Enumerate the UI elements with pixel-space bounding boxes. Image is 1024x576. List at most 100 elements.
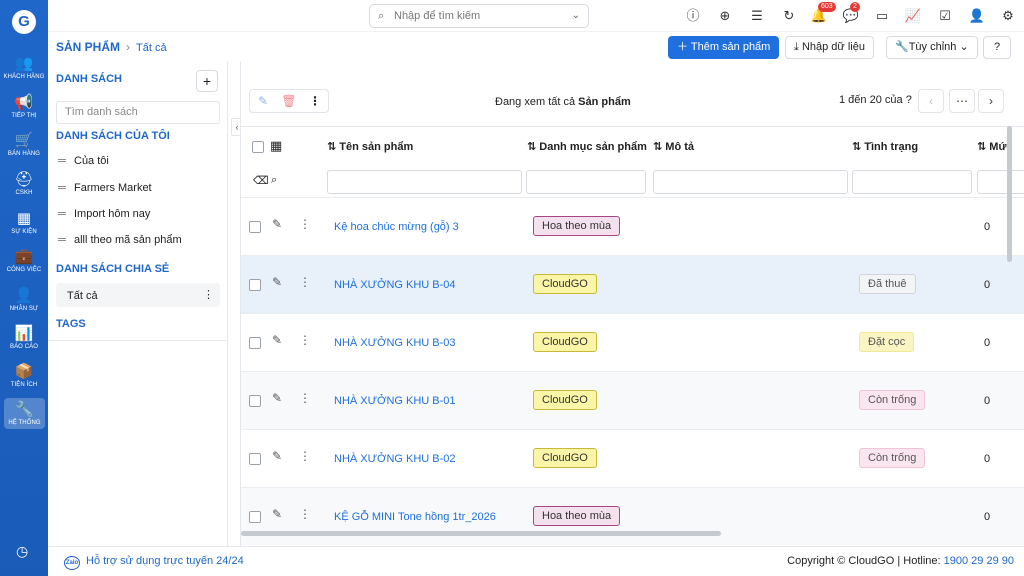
edit-pencil-icon[interactable]: ✎ [272, 449, 282, 463]
nav-item[interactable]: ▦ SỰ KIỆN [0, 211, 48, 236]
table-row[interactable]: ✎ ⋮ NHÀ XƯỞNG KHU B-04 CloudGO Đã thuê 0 [241, 255, 1024, 313]
list-icon[interactable]: ☰ [748, 7, 766, 25]
nav-item[interactable]: 🛒 BÁN HÀNG [0, 133, 48, 158]
column-header-name[interactable]: ⇅ Tên sản phẩm [327, 140, 413, 153]
add-product-button[interactable]: ＋ Thêm sản phẩm [668, 36, 780, 59]
product-name-link[interactable]: Kệ hoa chúc mừng (gỗ) 3 [334, 221, 459, 233]
row-checkbox[interactable] [249, 337, 261, 349]
alert-icon[interactable]: ⓘ [684, 7, 702, 25]
settings-gear-icon[interactable]: ⚙ [999, 7, 1017, 25]
cloudgo-logo[interactable]: G [12, 10, 36, 34]
nav-item[interactable]: 💼 CÔNG VIỆC [0, 248, 48, 274]
level-value: 0 [984, 395, 991, 407]
filter-search-icon[interactable]: ⌕ [271, 174, 277, 187]
column-header-status[interactable]: ⇅ Tình trạng [852, 140, 918, 153]
filter-category-input[interactable] [526, 170, 646, 194]
nav-item[interactable]: ⛑ CSKH [0, 172, 48, 197]
edit-pencil-icon[interactable]: ✎ [272, 333, 282, 347]
column-header-description[interactable]: ⇅ Mô tả [653, 140, 694, 153]
row-checkbox[interactable] [249, 221, 261, 233]
table-row[interactable]: ✎ ⋮ NHÀ XƯỞNG KHU B-03 CloudGO Đặt cọc 0 [241, 313, 1024, 371]
users-icon: 👥 [14, 55, 34, 72]
edit-pencil-icon[interactable]: ✎ [272, 391, 282, 405]
customize-button[interactable]: 🔧Tùy chỉnh ⌄ [886, 36, 978, 59]
online-support-link[interactable]: Zalo Hỗ trợ sử dụng trực tuyến 24/24 [64, 555, 244, 570]
my-lists-heading: DANH SÁCH CỦA TÔI [56, 130, 170, 142]
more-dots-icon[interactable]: ⋮ [203, 288, 214, 301]
chevron-down-icon[interactable]: ⌄ [572, 5, 580, 27]
page-more-button[interactable]: ⋯ [949, 89, 975, 113]
help-button[interactable]: ? [983, 36, 1011, 59]
filter-status-input[interactable] [852, 170, 972, 194]
my-list-item[interactable]: ═ Của tôi [58, 155, 109, 167]
row-more-dots-icon[interactable]: ⋮ [299, 391, 311, 405]
my-list-item[interactable]: ═ alll theo mã sản phẩm [58, 234, 182, 246]
refresh-icon[interactable]: ↻ [780, 7, 798, 25]
prev-page-button[interactable]: ‹ [918, 89, 944, 113]
horizontal-scrollbar[interactable] [241, 531, 721, 536]
row-checkbox[interactable] [249, 279, 261, 291]
table-row[interactable]: ✎ ⋮ NHÀ XƯỞNG KHU B-02 CloudGO Còn trống 0 [241, 429, 1024, 487]
column-header-category[interactable]: ⇅ Danh mục sản phẩm [527, 140, 647, 153]
download-icon: ⤓ [794, 41, 799, 53]
briefcase-icon: 💼 [14, 248, 34, 265]
product-name-link[interactable]: NHÀ XƯỞNG KHU B-03 [334, 337, 456, 349]
user-profile-icon[interactable]: 👤 [968, 7, 986, 25]
global-search-input[interactable]: ⌕ Nhập để tìm kiếm ⌄ [369, 4, 589, 28]
edit-pencil-icon[interactable]: ✎ [272, 275, 282, 289]
filter-name-input[interactable] [327, 170, 522, 194]
add-list-button[interactable]: + [196, 70, 218, 92]
my-list-item[interactable]: ═ Farmers Market [58, 182, 152, 194]
delete-trash-icon[interactable]: 🗑 [276, 90, 302, 112]
filter-description-input[interactable] [653, 170, 848, 194]
clock-icon[interactable]: ◷ [16, 543, 28, 560]
select-all-checkbox[interactable] [252, 141, 264, 153]
row-checkbox[interactable] [249, 511, 261, 523]
nav-item[interactable]: 📢 TIẾP THỊ [0, 95, 48, 120]
row-more-dots-icon[interactable]: ⋮ [299, 449, 311, 463]
edit-pencil-icon[interactable]: ✎ [272, 217, 282, 231]
filter-level-input[interactable] [977, 170, 1024, 194]
nav-item[interactable]: 📊 BÁO CÁO [0, 326, 48, 351]
bell-icon[interactable]: 🔔 603 [810, 2, 836, 25]
product-name-link[interactable]: KỆ GỖ MINI Tone hồng 1tr_2026 [334, 511, 496, 523]
row-more-dots-icon[interactable]: ⋮ [299, 333, 311, 347]
nav-item[interactable]: 🔧 HỆ THỐNG [4, 398, 45, 429]
module-title[interactable]: SẢN PHẨM [56, 40, 120, 54]
edit-pencil-icon[interactable]: ✎ [250, 90, 276, 112]
nav-item-label: TIẾP THỊ [11, 113, 37, 119]
row-checkbox[interactable] [249, 395, 261, 407]
row-more-dots-icon[interactable]: ⋮ [299, 275, 311, 289]
my-list-item[interactable]: ═ Import hôm nay [58, 208, 150, 220]
list-search-input[interactable]: Tìm danh sách [56, 101, 220, 124]
hotline-number[interactable]: 1900 29 29 90 [944, 555, 1014, 567]
clear-filter-eraser-icon[interactable]: ⌫ [253, 174, 269, 187]
breadcrumb-current[interactable]: Tất cả [136, 42, 167, 54]
shared-list-item[interactable]: Tất cả [67, 290, 98, 302]
vertical-scrollbar[interactable] [1007, 126, 1012, 262]
chart-icon[interactable]: 📈 [904, 7, 922, 25]
task-check-icon[interactable]: ☑ [936, 7, 954, 25]
table-row[interactable]: ✎ ⋮ NHÀ XƯỞNG KHU B-01 CloudGO Còn trống 0 [241, 371, 1024, 429]
row-more-dots-icon[interactable]: ⋮ [299, 217, 311, 231]
next-page-button[interactable]: › [978, 89, 1004, 113]
nav-item[interactable]: 📦 TIỆN ÍCH [0, 364, 48, 389]
import-data-button[interactable]: ⤓ Nhập dữ liệu [785, 36, 874, 59]
chat-icon[interactable]: 💬 2 [842, 2, 860, 25]
pagination-help-icon[interactable]: ? [906, 94, 912, 106]
table-row[interactable]: ✎ ⋮ KỆ GỖ MINI Tone hồng 1tr_2026 Hoa theo … [241, 487, 1024, 545]
column-chooser-icon[interactable]: ▦ [270, 138, 282, 154]
edit-pencil-icon[interactable]: ✎ [272, 507, 282, 521]
product-name-link[interactable]: NHÀ XƯỞNG KHU B-02 [334, 453, 456, 465]
list-bullet-icon: ═ [58, 155, 66, 167]
calendar-icon[interactable]: ▭ [873, 7, 891, 25]
nav-item[interactable]: 👥 KHÁCH HÀNG [0, 55, 48, 81]
more-dots-icon[interactable]: ⋮ [302, 90, 328, 112]
row-checkbox[interactable] [249, 453, 261, 465]
product-name-link[interactable]: NHÀ XƯỞNG KHU B-04 [334, 279, 456, 291]
add-circle-icon[interactable]: ⊕ [716, 7, 734, 25]
table-row[interactable]: ✎ ⋮ Kệ hoa chúc mừng (gỗ) 3 Hoa theo mùa 0 [241, 197, 1024, 255]
nav-item[interactable]: 👤 NHÂN SỰ [0, 288, 48, 313]
product-name-link[interactable]: NHÀ XƯỞNG KHU B-01 [334, 395, 456, 407]
row-more-dots-icon[interactable]: ⋮ [299, 507, 311, 521]
